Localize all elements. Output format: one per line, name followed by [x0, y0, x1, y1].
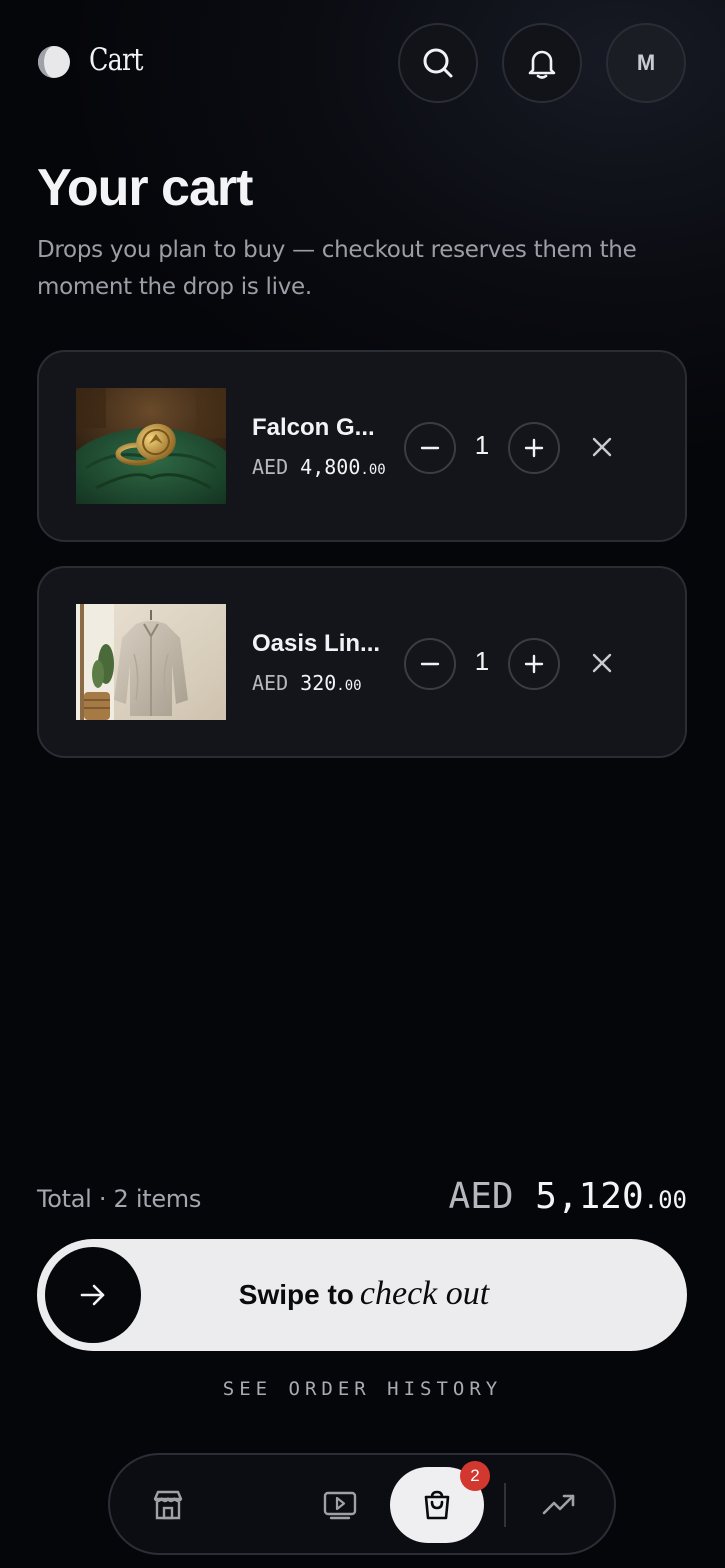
plus-icon — [524, 654, 544, 674]
price-cents: .00 — [336, 678, 362, 694]
nav-store[interactable] — [138, 1475, 198, 1535]
total-currency: AED — [448, 1176, 514, 1217]
swipe-label-italic: check out — [359, 1275, 490, 1312]
price-main: 320 — [300, 671, 337, 695]
shirt-image — [76, 604, 226, 720]
increase-quantity-button[interactable] — [508, 638, 560, 690]
avatar[interactable]: M — [606, 23, 686, 103]
search-button[interactable] — [398, 23, 478, 103]
product-image-shirt[interactable] — [76, 604, 226, 720]
video-icon — [323, 1491, 357, 1520]
swipe-label: Swipe to check out — [37, 1275, 687, 1313]
remove-item-button[interactable] — [585, 646, 619, 680]
close-icon — [592, 437, 612, 457]
nav-live[interactable] — [310, 1475, 370, 1535]
store-icon — [153, 1490, 183, 1520]
close-icon — [592, 653, 612, 673]
ring-image — [76, 388, 226, 504]
nav-trending[interactable] — [529, 1475, 589, 1535]
bell-icon — [528, 50, 556, 79]
price-currency: AED — [252, 455, 289, 479]
item-name: Oasis Lin... — [252, 630, 381, 657]
remove-item-button[interactable] — [585, 430, 619, 464]
decrease-quantity-button[interactable] — [404, 422, 456, 474]
item-price: AED 320.00 — [252, 671, 362, 695]
plus-icon — [524, 438, 544, 458]
quantity-value: 1 — [474, 430, 490, 460]
cart-icon — [424, 1490, 450, 1520]
total-main: 5,120 — [535, 1176, 644, 1217]
page-title: Your cart — [37, 159, 253, 217]
notifications-button[interactable] — [502, 23, 582, 103]
cart-count-badge: 2 — [460, 1461, 490, 1491]
search-icon — [423, 48, 453, 78]
product-image-ring[interactable] — [76, 388, 226, 504]
price-cents: .00 — [360, 462, 386, 478]
avatar-initial: M — [636, 50, 656, 75]
trending-icon — [542, 1494, 575, 1515]
cart-item: Falcon G... AED 4,800.00 1 — [37, 350, 687, 542]
minus-icon — [420, 446, 440, 450]
price-currency: AED — [252, 671, 289, 695]
total-cents: .00 — [643, 1186, 687, 1214]
nav-divider — [504, 1483, 506, 1527]
price-main: 4,800 — [300, 455, 361, 479]
swipe-label-plain: Swipe to — [238, 1279, 354, 1310]
quantity-value: 1 — [474, 646, 490, 676]
total-label: Total · 2 items — [37, 1185, 202, 1213]
app-title: Cart — [89, 42, 144, 78]
top-bar: Cart M — [0, 0, 725, 128]
total-amount: AED 5,120.00 — [449, 1176, 687, 1217]
logo-icon — [38, 46, 70, 78]
minus-icon — [420, 662, 440, 666]
swipe-to-checkout[interactable]: Swipe to check out — [37, 1239, 687, 1351]
increase-quantity-button[interactable] — [508, 422, 560, 474]
cart-item: Oasis Lin... AED 320.00 1 — [37, 566, 687, 758]
page-subtitle: Drops you plan to buy — checkout reserve… — [37, 237, 637, 300]
bottom-nav: 2 — [108, 1453, 616, 1555]
item-name: Falcon G... — [252, 414, 375, 441]
order-history-link[interactable]: SEE ORDER HISTORY — [0, 1378, 725, 1400]
item-price: AED 4,800.00 — [252, 455, 386, 479]
decrease-quantity-button[interactable] — [404, 638, 456, 690]
